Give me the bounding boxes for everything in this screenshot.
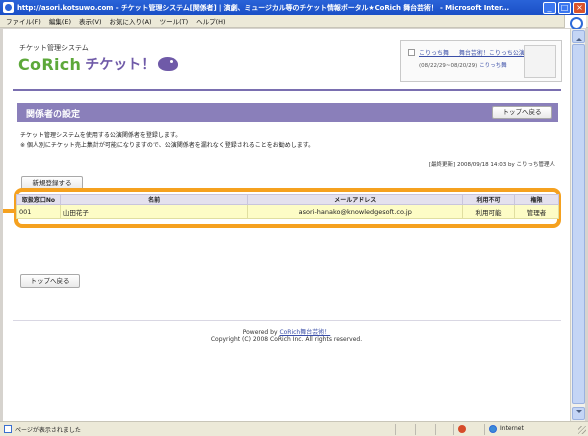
status-pane-divider [415, 424, 416, 435]
scroll-down-icon[interactable] [572, 407, 585, 420]
section-title: 関係者の設定 [26, 110, 81, 120]
performance-link[interactable]: こりっち舞 舞台芸術！こりっち公演 [419, 48, 525, 57]
col-header-name: 名前 [59, 194, 249, 205]
popup-blocker-icon[interactable] [458, 425, 466, 433]
status-pane-divider [484, 424, 485, 435]
status-text: ページが表示されました [15, 427, 81, 434]
security-zone: Internet [500, 425, 524, 432]
table-row[interactable]: 001 山田花子 asori-hanako@knowledgesoft.co.j… [16, 204, 559, 219]
cell-availability: 利用可能 [462, 204, 516, 219]
footer-divider [13, 320, 561, 321]
menu-file[interactable]: ファイル(F) [6, 16, 41, 26]
ie-app-icon [3, 2, 14, 13]
section-header: 関係者の設定 トップへ戻る [17, 103, 558, 122]
ie-logo-icon [564, 15, 586, 30]
menu-bar: ファイル(F) 編集(E) 表示(V) お気に入り(A) ツール(T) ヘルプ(… [0, 15, 588, 28]
header-divider [13, 89, 561, 91]
resize-grip-icon[interactable] [578, 426, 586, 434]
account-panel: こりっち舞 舞台芸術！こりっち公演 (08/22/29~08/20/29) こり… [400, 40, 562, 82]
cell-no: 001 [16, 204, 61, 219]
close-button[interactable]: × [573, 1, 586, 14]
corich-logo[interactable]: CoRich チケット！ [18, 53, 179, 75]
performance-thumbnail [524, 45, 556, 78]
status-pane-divider [435, 424, 436, 435]
description-line-1: チケット管理システムを使用する公演関係者を登録します。 [20, 132, 182, 139]
footer-copyright: Copyright (C) 2008 CoRich Inc. All right… [210, 336, 363, 343]
footer-powered: Powered by CoRich舞台芸術！ [3, 327, 570, 336]
powered-by-text: Powered by [242, 329, 278, 336]
menu-view[interactable]: 表示(V) [79, 16, 102, 26]
bird-icon [158, 57, 179, 71]
last-updated: [最終更新] 2008/09/18 14:03 by こりっち管理人 [428, 162, 555, 168]
description-line-2: ※ 個人別にチケット売上集計が可能になりますので、公演関係者を漏れなく登録される… [20, 142, 315, 149]
status-bar: ページが表示されました Internet [0, 421, 588, 436]
menu-help[interactable]: ヘルプ(H) [196, 16, 225, 26]
maximize-button[interactable]: □ [558, 1, 571, 14]
cell-name[interactable]: 山田花子 [59, 204, 249, 219]
status-pane-divider [395, 424, 396, 435]
powered-by-link[interactable]: CoRich舞台芸術！ [279, 329, 330, 336]
scroll-up-icon[interactable] [572, 30, 585, 43]
globe-icon [489, 425, 497, 433]
staff-table: 取扱窓口No 名前 メールアドレス 利用不可 権限 001 山田花子 asori… [16, 194, 559, 219]
minimize-button[interactable]: _ [543, 1, 556, 14]
page-done-icon [4, 425, 12, 433]
logo-text: CoRich [18, 54, 82, 74]
account-checkbox[interactable] [408, 49, 415, 56]
back-to-top-button[interactable]: トップへ戻る [492, 106, 552, 119]
menu-favorites[interactable]: お気に入り(A) [110, 16, 152, 26]
status-pane-divider [453, 424, 454, 435]
highlight-connector [3, 209, 15, 213]
menu-edit[interactable]: 編集(E) [49, 16, 71, 26]
page-content: チケット管理システム CoRich チケット！ こりっち舞 舞台芸術！こりっち公… [3, 29, 570, 421]
system-name: チケット管理システム [19, 44, 89, 52]
performance-period: (08/22/29~08/20/29) こりっち舞 [419, 61, 507, 69]
period-text: (08/22/29~08/20/29) [419, 63, 478, 69]
bottom-back-to-top-button[interactable]: トップへ戻る [20, 274, 80, 288]
window-titlebar: http://asori.kotsuwo.com - チケット管理システム[関係… [0, 0, 588, 15]
col-header-email: メールアドレス [247, 194, 464, 205]
vertical-scrollbar[interactable] [570, 29, 585, 421]
cell-role: 管理者 [514, 204, 559, 219]
logo-ticket-text: チケット！ [85, 57, 156, 73]
scroll-thumb[interactable] [572, 44, 585, 404]
col-header-availability: 利用不可 [462, 194, 516, 205]
menu-tools[interactable]: ツール(T) [160, 16, 189, 26]
col-header-role: 権限 [514, 194, 559, 205]
period-link[interactable]: こりっち舞 [479, 63, 507, 69]
cell-email: asori-hanako@knowledgesoft.co.jp [247, 204, 464, 219]
col-header-no: 取扱窓口No [16, 194, 61, 205]
window-title: http://asori.kotsuwo.com - チケット管理システム[関係… [17, 3, 510, 12]
